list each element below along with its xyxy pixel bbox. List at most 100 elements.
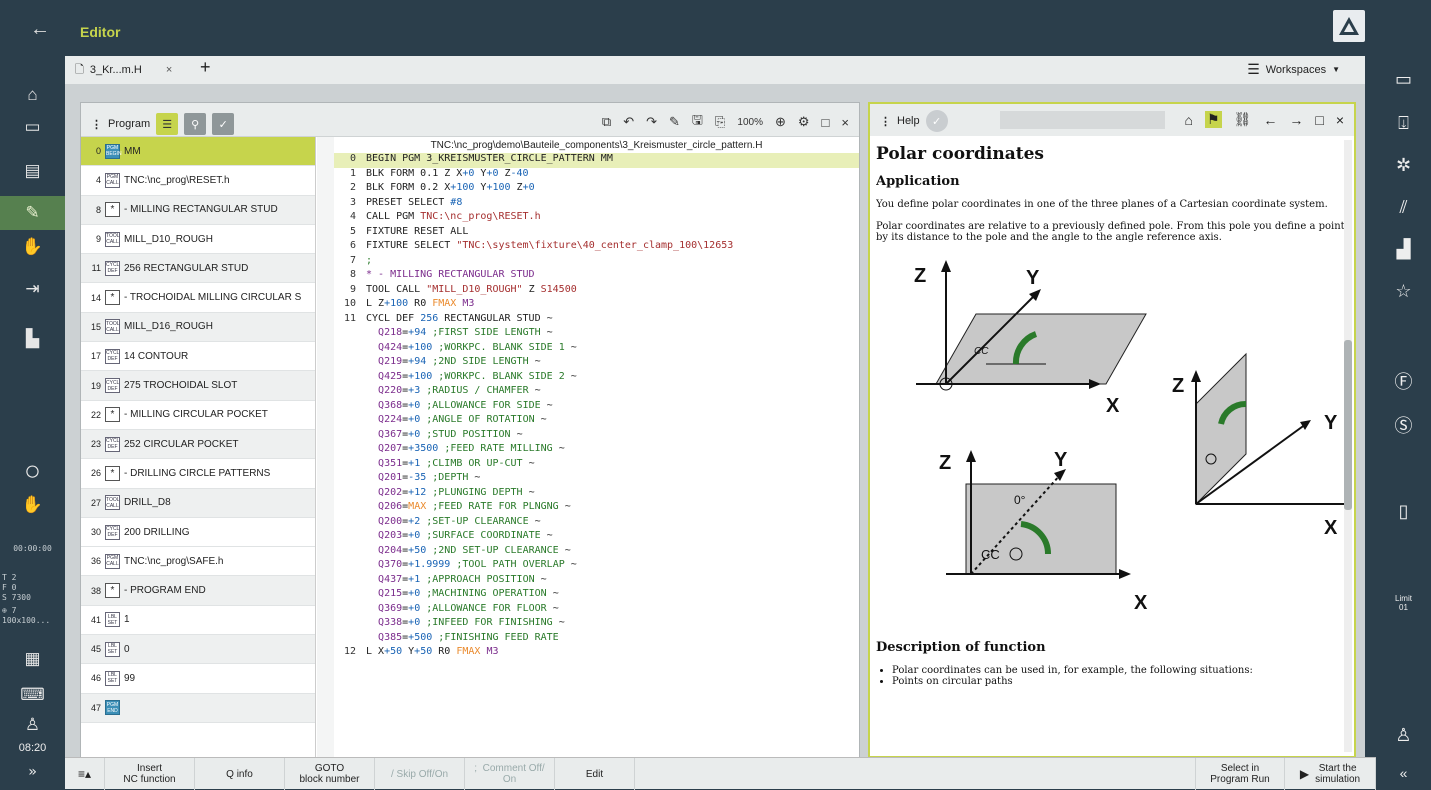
drag-handle-icon[interactable]: ⋮ [880,115,891,128]
zoom-icon[interactable]: ⊕ [775,114,786,130]
structure-item[interactable]: 45 LBL SET 0 [81,635,315,665]
insert-nc-function-button[interactable]: Insert NC function [105,758,195,790]
manual-icon[interactable]: ✋ [0,230,65,264]
back-icon[interactable]: ← [1263,112,1277,128]
structure-toggle-button[interactable]: ☰ [156,113,179,135]
code-line[interactable]: 0 BEGIN PGM 3_KREISMUSTER_CIRCLE_PATTERN … [334,153,859,168]
structure-item[interactable]: 9 TOOL CALL MILL_D10_ROUGH [81,224,315,255]
code-line[interactable]: Q220=+3 ;RADIUS / CHAMFER ~ [334,385,859,400]
context-help-icon[interactable]: ⚑ [1205,111,1222,128]
back-arrow-icon[interactable]: ← [30,18,50,41]
code-line[interactable]: Q425=+100 ;WORKPC. BLANK SIDE 2 ~ [334,371,859,386]
coolant-icon[interactable]: ✲ [1376,148,1431,182]
code-line[interactable]: 8 * - MILLING RECTANGULAR STUD [334,269,859,284]
speed-override-icon[interactable]: Ⓢ [1376,408,1431,442]
structure-item[interactable]: 38 * - PROGRAM END [81,576,315,606]
structure-item[interactable]: 41 LBL SET 1 [81,605,315,636]
feed-override-icon[interactable]: Ⓕ [1376,364,1431,398]
file-tab[interactable]: 🗋 3_Kr...m.H × [75,60,172,80]
hand-icon[interactable]: ✋ [0,488,65,522]
start-simulation-button[interactable]: ▶ Start the simulation [1285,758,1376,790]
home-icon[interactable]: ⌂ [0,78,65,112]
close-tab-icon[interactable]: × [166,64,172,76]
drag-handle-icon[interactable]: ⋮ [91,118,102,131]
settings-icon[interactable]: ⚙ [798,114,810,130]
code-line[interactable]: Q218=+94 ;FIRST SIDE LENGTH ~ [334,327,859,342]
splitter[interactable] [317,137,334,759]
code-line[interactable]: 5 FIXTURE RESET ALL [334,226,859,241]
code-line[interactable]: Q351=+1 ;CLIMB OR UP-CUT ~ [334,458,859,473]
user-icon[interactable]: ♙ [0,708,65,742]
structure-item[interactable]: 23 CYCL DEF 252 CIRCULAR POCKET [81,429,315,460]
code-line[interactable]: Q369=+0 ;ALLOWANCE FOR FLOOR ~ [334,603,859,618]
save-icon[interactable]: 🖫 [692,111,703,133]
structure-item[interactable]: 0 PGM BEGIN MM [81,137,315,167]
home-icon[interactable]: ⌂ [1185,112,1193,128]
machine-icon[interactable]: ▙ [0,322,65,356]
machine-functions-icon[interactable]: ▟ [1376,232,1431,266]
code-line[interactable]: Q215=+0 ;MACHINING OPERATION ~ [334,588,859,603]
door-icon[interactable]: ▯ [1376,494,1431,528]
goto-block-button[interactable]: GOTO block number [285,758,375,790]
run-icon[interactable]: ⇥ [0,272,65,306]
tool-table-icon[interactable]: ⫽ [1376,190,1431,224]
code-line[interactable]: Q437=+1 ;APPROACH POSITION ~ [334,574,859,589]
code-line[interactable]: 6 FIXTURE SELECT "TNC:\system\fixture\40_… [334,240,859,255]
probe-icon[interactable]: ⍗ [1376,106,1431,140]
structure-item[interactable]: 17 CYCL DEF 14 CONTOUR [81,342,315,372]
favorites-icon[interactable]: ☆ [1376,274,1431,308]
workspaces-button[interactable]: ☰ Workspaces ▼ [1247,61,1340,78]
structure-item[interactable]: 11 CYCL DEF 256 RECTANGULAR STUD [81,254,315,284]
maximize-icon[interactable]: □ [1315,112,1323,128]
editor-icon[interactable]: ✎ [0,196,65,230]
code-line[interactable]: 2 BLK FORM 0.2 X+100 Y+100 Z+0 [334,182,859,197]
more-icon[interactable]: » [0,764,65,780]
structure-item[interactable]: 15 TOOL CALL MILL_D16_ROUGH [81,312,315,343]
check-button[interactable]: ✓ [212,113,235,135]
code-line[interactable]: Q204=+50 ;2ND SET-UP CLEARANCE ~ [334,545,859,560]
code-line[interactable]: 1 BLK FORM 0.1 Z X+0 Y+0 Z-40 [334,168,859,183]
help-search-input[interactable] [1000,111,1165,129]
code-line[interactable]: 9 TOOL CALL "MILL_D10_ROUGH" Z S14500 [334,284,859,299]
code-line[interactable]: 4 CALL PGM TNC:\nc_prog\RESET.h [334,211,859,226]
code-line[interactable]: Q385=+500 ;FINISHING FEED RATE [334,632,859,647]
user-settings-icon[interactable]: ♙ [1376,718,1431,752]
code-line[interactable]: 3 PRESET SELECT #8 [334,197,859,212]
edit-icon[interactable]: ✎ [669,114,680,130]
maximize-icon[interactable]: □ [822,115,830,130]
structure-item[interactable]: 8 * - MILLING RECTANGULAR STUD [81,195,315,225]
structure-item[interactable]: 14 * - TROCHOIDAL MILLING CIRCULAR S [81,283,315,313]
code-line[interactable]: 12 L X+50 Y+50 R0 FMAX M3 [334,646,859,661]
calculator-icon[interactable]: ▦ [0,642,65,676]
structure-item[interactable]: 47 PGM END [81,693,315,723]
help-scrollbar[interactable] [1344,140,1352,752]
code-line[interactable]: Q203=+0 ;SURFACE COORDINATE ~ [334,530,859,545]
compare-icon[interactable]: ⧉ [602,114,611,130]
skip-toggle-button[interactable]: / Skip Off/On [375,758,465,790]
code-line[interactable]: Q370=+1.9999 ;TOOL PATH OVERLAP ~ [334,559,859,574]
comment-toggle-button[interactable]: ; Comment Off/ On [465,758,555,790]
structure-item[interactable]: 46 LBL SET 99 [81,664,315,694]
structure-item[interactable]: 30 CYCL DEF 200 DRILLING [81,517,315,548]
keyboard-icon[interactable]: ⌨ [0,678,65,712]
table-icon[interactable]: ▤ [0,154,65,188]
collapse-icon[interactable]: « [1376,756,1431,790]
help-check-icon[interactable]: ✓ [925,110,948,132]
folder-icon[interactable]: ▭ [0,110,65,144]
edit-button[interactable]: Edit [555,758,635,790]
structure-item[interactable]: 26 * - DRILLING CIRCLE PATTERNS [81,459,315,489]
select-in-program-run-button[interactable]: Select in Program Run [1195,758,1285,790]
code-line[interactable]: 10 L Z+100 R0 FMAX M3 [334,298,859,313]
code-line[interactable]: Q200=+2 ;SET-UP CLEARANCE ~ [334,516,859,531]
undo-icon[interactable]: ↶ [623,114,634,130]
code-line[interactable]: Q224=+0 ;ANGLE OF ROTATION ~ [334,414,859,429]
code-line[interactable]: Q206=MAX ;FEED RATE FOR PLNGNG ~ [334,501,859,516]
code-line[interactable]: Q201=-35 ;DEPTH ~ [334,472,859,487]
code-line[interactable]: 11 CYCL DEF 256 RECTANGULAR STUD ~ [334,313,859,328]
code-line[interactable]: Q424=+100 ;WORKPC. BLANK SIDE 1 ~ [334,342,859,357]
add-tab-button[interactable]: + [200,57,211,78]
close-icon[interactable]: × [1336,112,1344,128]
save-as-icon[interactable]: ⎘ [715,114,725,130]
code-line[interactable]: Q367=+0 ;STUD POSITION ~ [334,429,859,444]
search-button[interactable]: ⚲ [184,113,207,135]
